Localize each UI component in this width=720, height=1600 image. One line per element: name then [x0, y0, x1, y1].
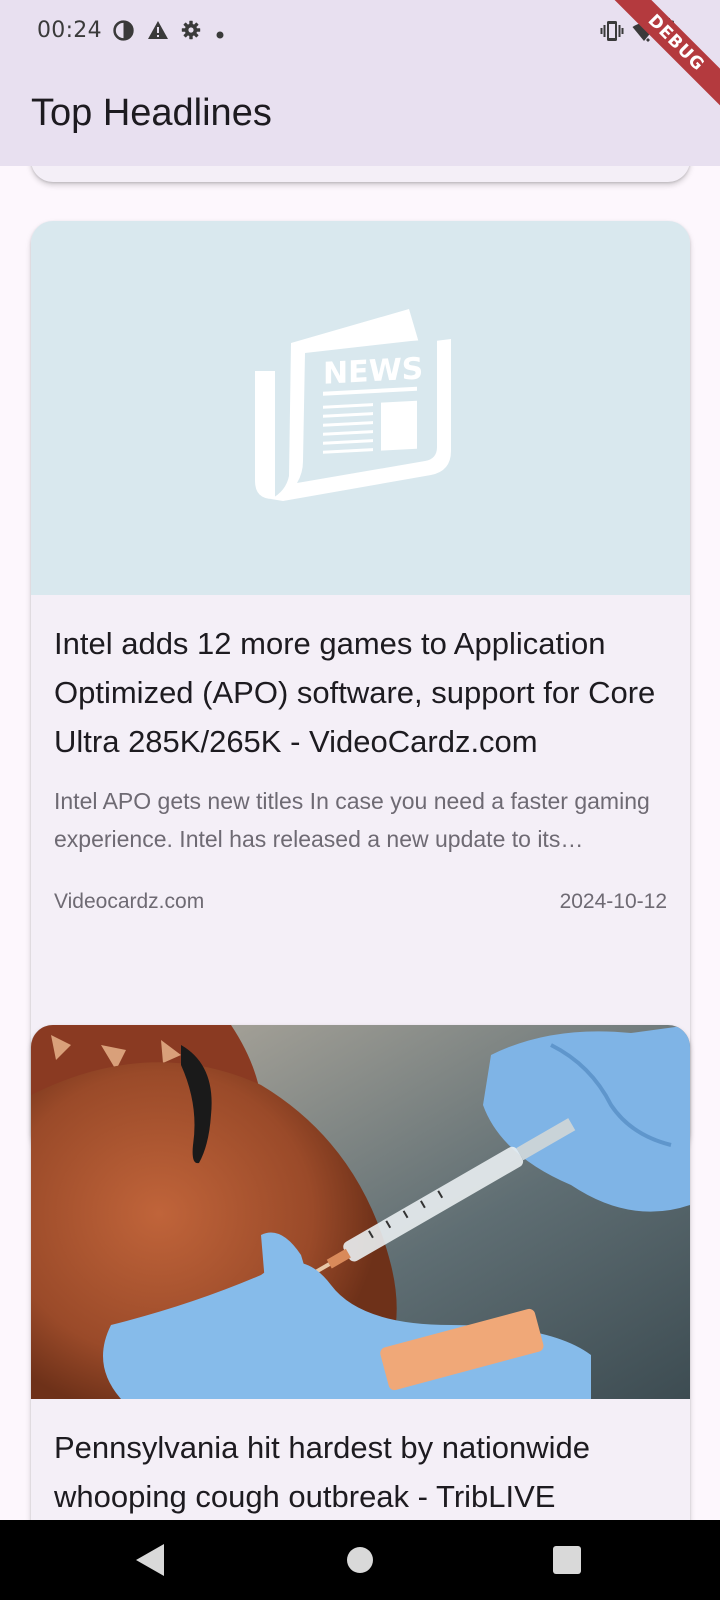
article-card[interactable]: Pennsylvania hit hardest by nationwide w… [31, 1025, 690, 1520]
dot-icon [216, 26, 224, 44]
home-icon[interactable] [345, 1542, 375, 1583]
warning-icon [147, 20, 169, 45]
svg-text:NEWS: NEWS [323, 351, 423, 391]
news-placeholder-image: NEWS [31, 221, 690, 595]
status-bar: 00:24 [0, 0, 720, 62]
article-source: Videocardz.com [54, 890, 205, 913]
article-footer: Videocardz.com 2024-10-12 [54, 890, 667, 920]
article-description: Intel APO gets new titles In case you ne… [54, 788, 650, 852]
settings-icon [181, 20, 201, 45]
back-icon[interactable] [134, 1542, 166, 1583]
headlines-list[interactable]: NEWS Intel adds 12 more games to Applica… [0, 166, 720, 1520]
article-card[interactable]: NEWS Intel adds 12 more games to Applica… [31, 221, 690, 1153]
screen: 00:24 DEBUG Top Headlines NEWS Intel add… [0, 0, 720, 1600]
navigation-bar [0, 1520, 720, 1600]
vibrate-icon [600, 20, 624, 47]
newspaper-icon: NEWS [255, 309, 451, 501]
article-photo [31, 1025, 690, 1399]
article-card[interactable] [31, 166, 690, 182]
recents-icon[interactable] [551, 1542, 583, 1583]
page-title: Top Headlines [31, 92, 272, 134]
status-time: 00:24 [37, 18, 102, 43]
app-bar: Top Headlines [0, 62, 720, 166]
data-saver-icon [113, 20, 134, 46]
article-title: Intel adds 12 more games to Application … [54, 626, 656, 759]
article-date: 2024-10-12 [559, 890, 667, 913]
vaccination-photo [31, 1025, 690, 1399]
article-title: Pennsylvania hit hardest by nationwide w… [54, 1430, 590, 1514]
